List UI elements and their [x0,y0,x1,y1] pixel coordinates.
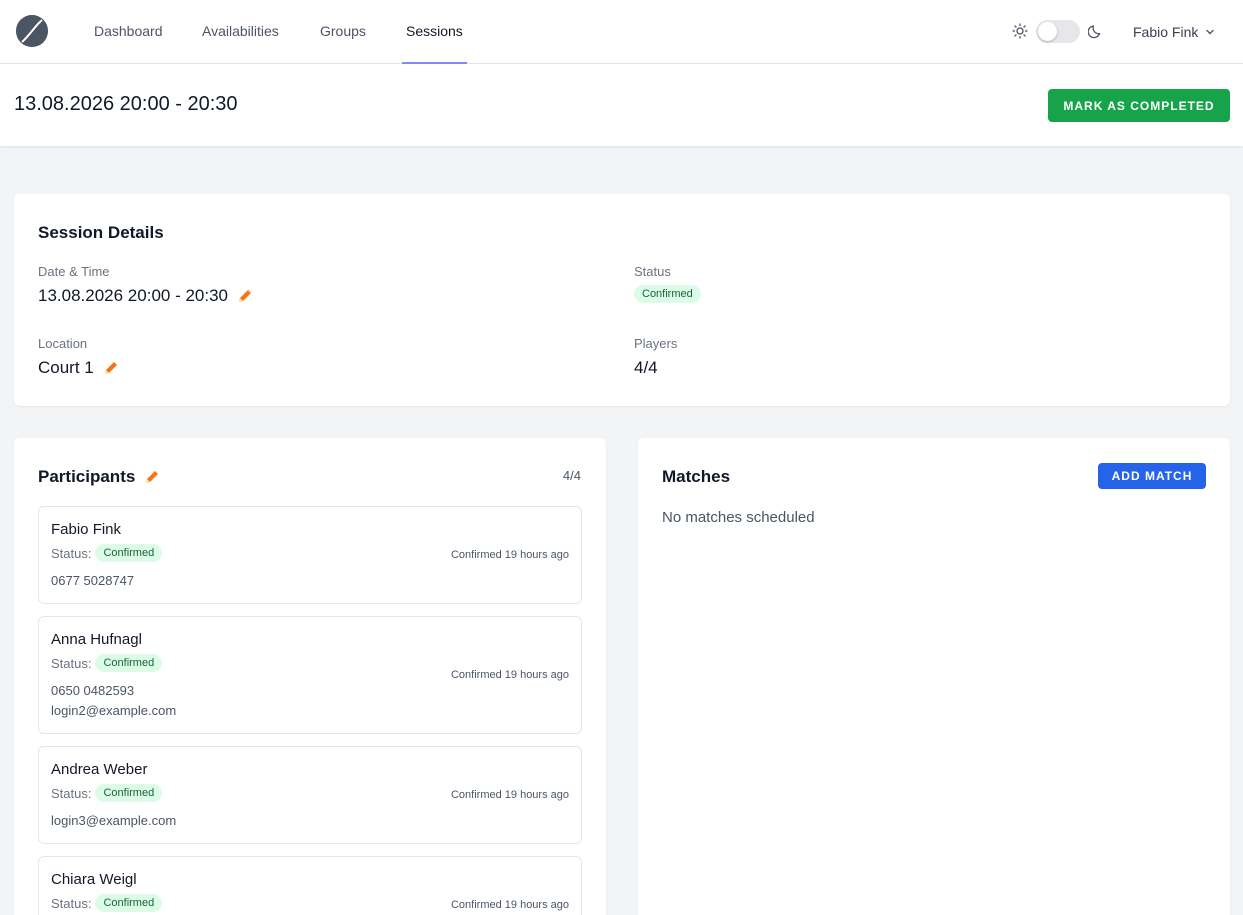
nav-dashboard[interactable]: Dashboard [94,0,163,64]
players-label: Players [634,336,678,351]
matches-card: Matches ADD MATCH No matches scheduled [638,438,1230,915]
participant-phone: 0677 5028747 [51,573,135,588]
tennis-ball-logo-icon[interactable] [16,15,48,47]
status-badge: Confirmed [95,544,163,562]
edit-participants-pencil-icon[interactable] [143,468,161,486]
confirmed-time: Confirmed 19 hours ago [450,899,569,911]
session-details-card: Session Details Date & Time 13.08.2026 2… [14,194,1230,406]
edit-location-pencil-icon[interactable] [102,359,120,377]
nav-sessions[interactable]: Sessions [402,0,467,64]
theme-toggle[interactable] [1036,20,1080,43]
participants-title-text: Participants [38,467,136,486]
participant-status: Status: Confirmed [51,654,163,672]
participant-card: Fabio Fink Status: Confirmed Confirmed 1… [38,506,582,604]
nav-groups[interactable]: Groups [320,0,366,64]
location-text: Court 1 [38,358,94,377]
status-badge: Confirmed [634,285,701,303]
mark-as-completed-button[interactable]: MARK AS COMPLETED [1048,89,1230,122]
participant-email: login2@example.com [51,703,177,718]
status-prefix: Status: [51,895,92,911]
status-badge: Confirmed [95,654,163,672]
participant-name: Anna Hufnagl [51,631,142,648]
datetime-value: 13.08.2026 20:00 - 20:30 [38,286,254,306]
page-header: 13.08.2026 20:00 - 20:30 MARK AS COMPLET… [0,64,1243,146]
participants-count: 4/4 [562,468,581,483]
participant-name: Chiara Weigl [51,871,137,888]
confirmed-time: Confirmed 19 hours ago [450,789,569,801]
user-name: Fabio Fink [1133,24,1199,40]
sun-icon [1012,23,1028,39]
participant-card: Anna Hufnagl Status: Confirmed Confirmed… [38,616,582,734]
participants-title: Participants [38,467,161,487]
top-navigation: Dashboard Availabilities Groups Sessions… [0,0,1243,64]
add-match-button[interactable]: ADD MATCH [1098,463,1206,489]
matches-title: Matches [662,467,731,486]
status-badge: Confirmed [95,894,163,912]
status-prefix: Status: [51,545,92,561]
chevron-down-icon [1206,29,1215,35]
participant-card: Chiara Weigl Status: Confirmed Confirmed… [38,856,582,915]
participant-card: Andrea Weber Status: Confirmed Confirmed… [38,746,582,844]
location-value: Court 1 [38,358,120,378]
moon-icon [1088,25,1101,39]
status-prefix: Status: [51,655,92,671]
session-details-title: Session Details [38,223,164,242]
participant-status: Status: Confirmed [51,544,163,562]
nav-availabilities[interactable]: Availabilities [202,0,279,64]
page-title: 13.08.2026 20:00 - 20:30 [14,93,238,115]
participant-email: login3@example.com [51,813,177,828]
participant-status: Status: Confirmed [51,784,163,802]
datetime-text: 13.08.2026 20:00 - 20:30 [38,286,228,305]
toggle-knob [1038,22,1057,41]
status-label: Status [634,264,671,279]
matches-empty-text: No matches scheduled [662,509,815,526]
edit-datetime-pencil-icon[interactable] [236,287,254,305]
participant-name: Andrea Weber [51,761,148,778]
participant-phone: 0650 0482593 [51,683,135,698]
datetime-label: Date & Time [38,264,110,279]
confirmed-time: Confirmed 19 hours ago [450,549,569,561]
participants-card: Participants 4/4 Fabio Fink Status: Conf… [14,438,606,915]
location-label: Location [38,336,88,351]
status-badge: Confirmed [95,784,163,802]
participant-name: Fabio Fink [51,521,122,538]
confirmed-time: Confirmed 19 hours ago [450,669,569,681]
participant-status: Status: Confirmed [51,894,163,912]
players-value: 4/4 [634,358,658,377]
user-menu[interactable]: Fabio Fink [1133,0,1216,64]
status-value: Confirmed [634,285,701,303]
status-prefix: Status: [51,785,92,801]
